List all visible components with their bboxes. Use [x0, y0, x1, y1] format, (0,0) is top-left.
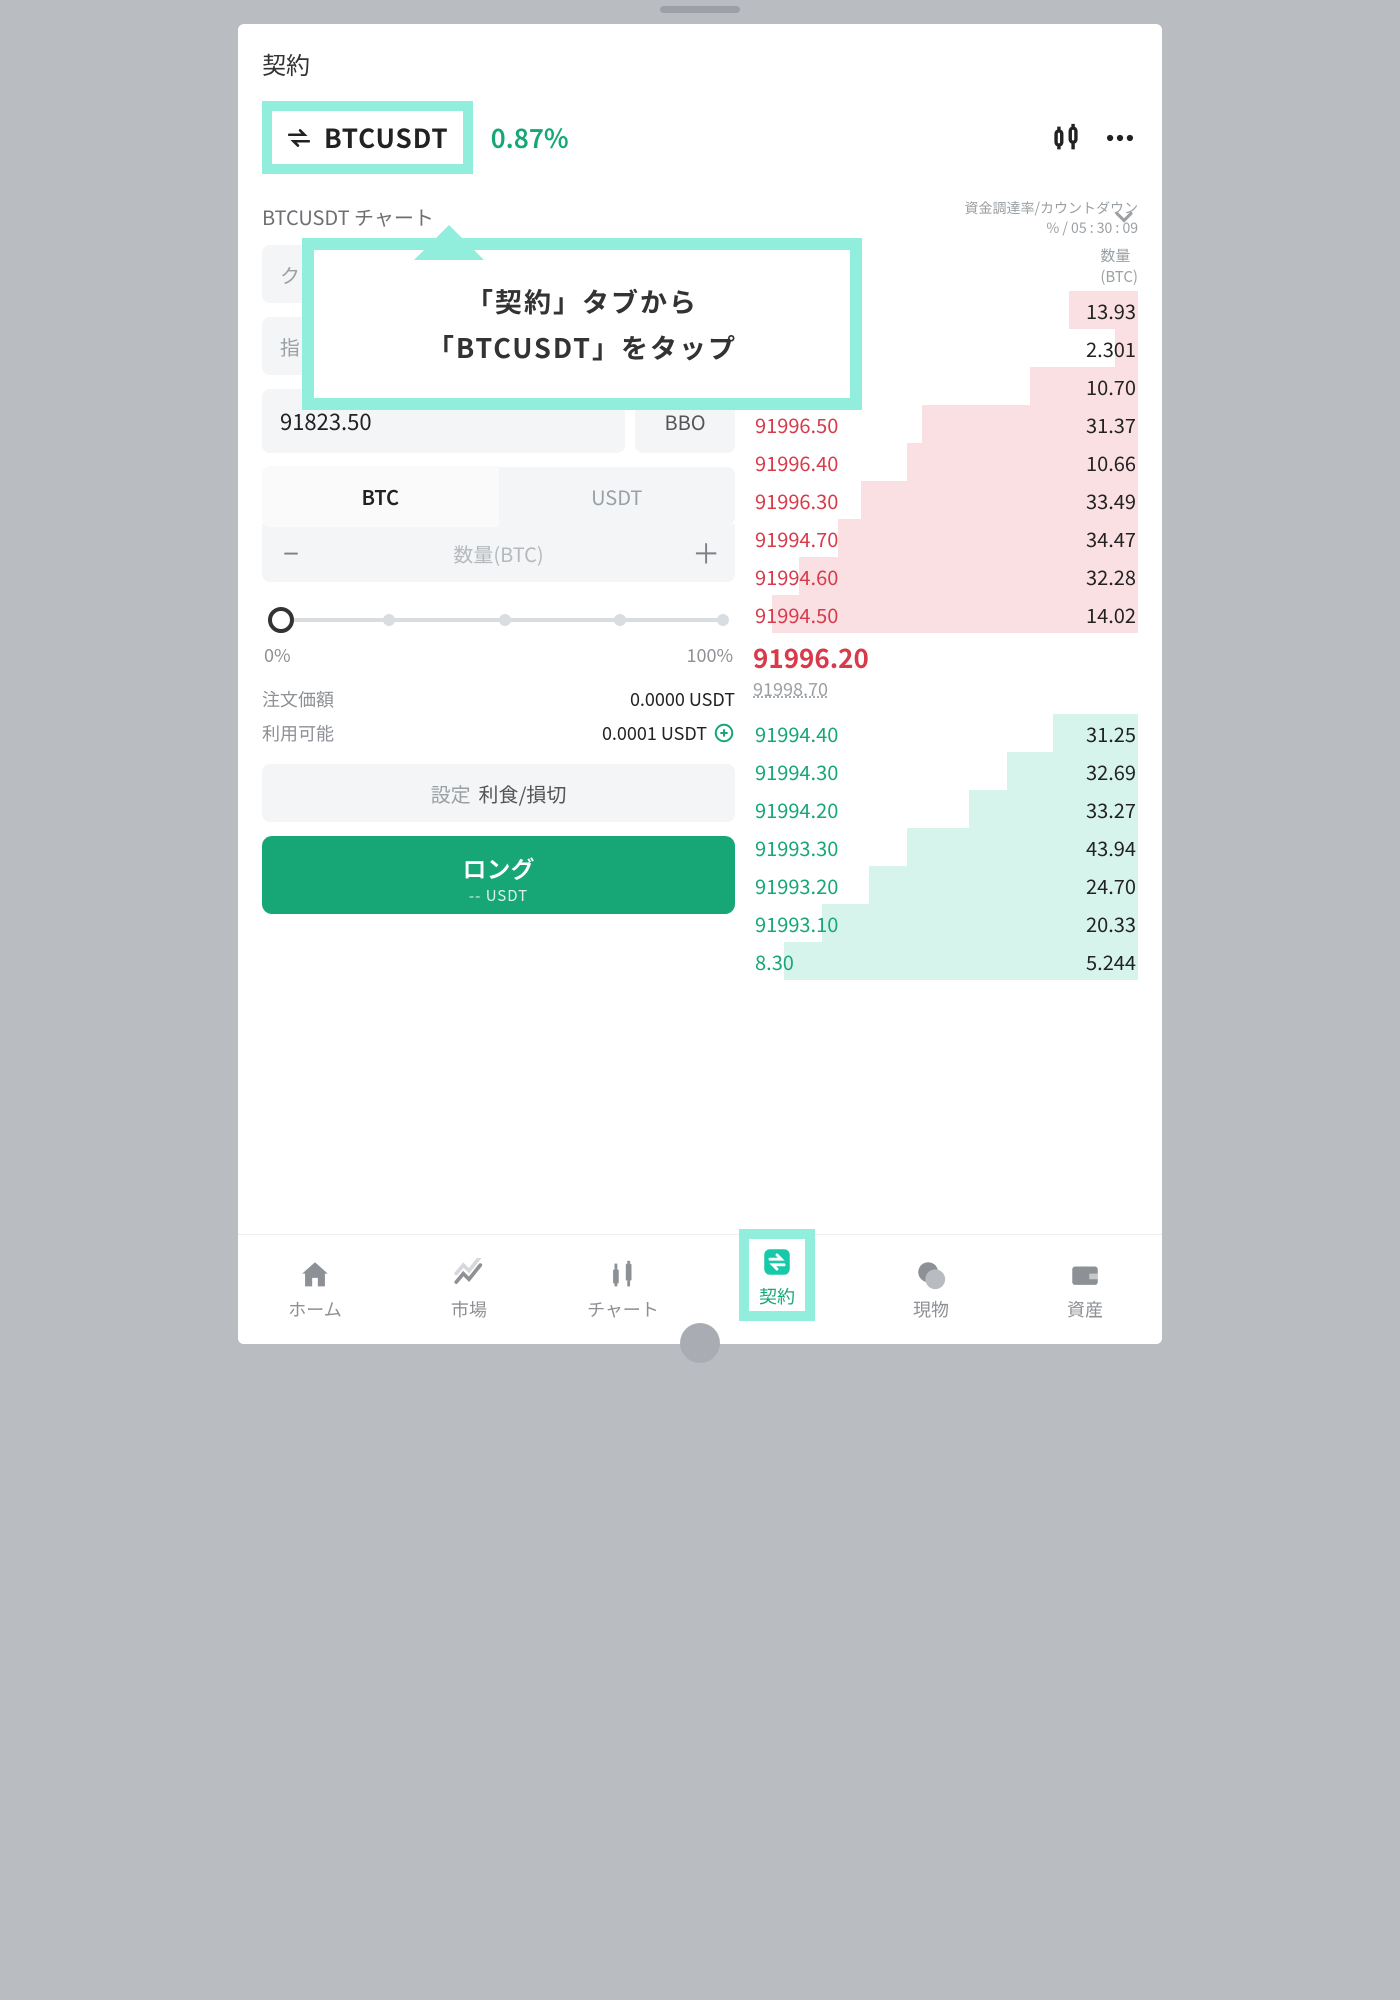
- pair-change-pct: 0.87%: [491, 119, 569, 156]
- orderbook-qty-header: 数量 (BTC): [1100, 245, 1138, 287]
- orderbook-qty: 2.301: [1086, 334, 1136, 363]
- orderbook-row[interactable]: 91994.70 34.47: [753, 519, 1138, 557]
- orderbook-qty: 13.93: [1086, 296, 1136, 325]
- slider-knob[interactable]: [268, 607, 294, 633]
- orderbook-qty: 43.94: [1086, 833, 1136, 862]
- candlestick-icon[interactable]: [1048, 120, 1084, 156]
- orderbook-row[interactable]: 91993.30 43.94: [753, 828, 1138, 866]
- orderbook-qty: 32.28: [1086, 562, 1136, 591]
- orderbook-qty: 34.47: [1086, 524, 1136, 553]
- orderbook-qty: 33.27: [1086, 795, 1136, 824]
- orderbook-price: 91996.30: [755, 486, 838, 515]
- funding-info: 資金調達率/カウントダウン % / 05 : 30 : 09: [965, 199, 1139, 238]
- order-amount-value: 0.0000 USDT: [630, 686, 735, 712]
- more-icon[interactable]: [1102, 120, 1138, 156]
- orderbook-price: 91994.40: [755, 719, 838, 748]
- orderbook-price: 91994.20: [755, 795, 838, 824]
- orderbook-row[interactable]: 91994.50 14.02: [753, 595, 1138, 633]
- available-value: 0.0001 USDT: [602, 720, 707, 746]
- chart-toggle-label: BTCUSDT チャート: [262, 202, 434, 231]
- orderbook-price: 8.30: [755, 947, 794, 976]
- orderbook-row[interactable]: 8.30 5.244: [753, 942, 1138, 980]
- unit-toggle[interactable]: BTC USDT: [262, 467, 735, 525]
- unit-usdt[interactable]: USDT: [499, 466, 736, 527]
- add-funds-icon[interactable]: [713, 722, 735, 744]
- orderbook-qty: 14.02: [1086, 600, 1136, 629]
- tab-assets[interactable]: 資産: [1008, 1235, 1162, 1344]
- orderbook-qty: 5.244: [1086, 947, 1136, 976]
- orderbook-row[interactable]: 91996.40 10.66: [753, 443, 1138, 481]
- tab-chart[interactable]: チャート: [546, 1235, 700, 1344]
- orderbook-price: 91996.40: [755, 448, 838, 477]
- tab-home[interactable]: ホーム: [238, 1235, 392, 1344]
- orderbook-qty: 10.70: [1086, 372, 1136, 401]
- orderbook-price: 91993.20: [755, 871, 838, 900]
- orderbook-row[interactable]: 91993.10 20.33: [753, 904, 1138, 942]
- orderbook-qty: 31.37: [1086, 410, 1136, 439]
- qty-slider[interactable]: [268, 604, 729, 636]
- available-label: 利用可能: [262, 720, 334, 746]
- orderbook-qty: 31.25: [1086, 719, 1136, 748]
- qty-plus-button[interactable]: ＋: [677, 533, 735, 573]
- orderbook-qty: 20.33: [1086, 909, 1136, 938]
- orderbook-price: 91996.50: [755, 410, 838, 439]
- qty-input[interactable]: 数量(BTC): [320, 539, 677, 568]
- orderbook-qty: 32.69: [1086, 757, 1136, 786]
- unit-btc[interactable]: BTC: [262, 466, 499, 527]
- orderbook-price: 91994.60: [755, 562, 838, 591]
- page-title: 契約: [238, 24, 1162, 91]
- orderbook-row[interactable]: 91994.20 33.27: [753, 790, 1138, 828]
- last-price: 91996.20: [753, 633, 1138, 676]
- orderbook-price: 91994.30: [755, 757, 838, 786]
- orderbook-qty: 33.49: [1086, 486, 1136, 515]
- pair-symbol[interactable]: BTCUSDT: [324, 119, 449, 156]
- pair-selector-highlight: BTCUSDT: [262, 101, 473, 174]
- orderbook-row[interactable]: 91996.50 31.37: [753, 405, 1138, 443]
- tab-market[interactable]: 市場: [392, 1235, 546, 1344]
- slider-min-label: 0%: [264, 642, 291, 668]
- orderbook-price: 91993.30: [755, 833, 838, 862]
- orderbook-qty: 24.70: [1086, 871, 1136, 900]
- swap-icon: [286, 125, 312, 151]
- orderbook-row[interactable]: 91993.20 24.70: [753, 866, 1138, 904]
- orderbook-price: 91993.10: [755, 909, 838, 938]
- tpsl-button[interactable]: 設定 利食/損切: [262, 764, 735, 822]
- orderbook-row[interactable]: 91996.30 33.49: [753, 481, 1138, 519]
- orderbook-row[interactable]: 91994.40 31.25: [753, 714, 1138, 752]
- orderbook-price: 91994.50: [755, 600, 838, 629]
- order-amount-label: 注文価額: [262, 686, 334, 712]
- tab-contract[interactable]: 契約: [759, 1245, 795, 1309]
- orderbook-price: 91994.70: [755, 524, 838, 553]
- index-price[interactable]: 91998.70: [753, 676, 1138, 714]
- orderbook-row[interactable]: 91994.30 32.69: [753, 752, 1138, 790]
- tutorial-callout: 「契約」タブから 「BTCUSDT」をタップ: [302, 238, 862, 410]
- long-button[interactable]: ロング -- USDT: [262, 836, 735, 914]
- orderbook-qty: 10.66: [1086, 448, 1136, 477]
- orderbook-row[interactable]: 91994.60 32.28: [753, 557, 1138, 595]
- slider-max-label: 100%: [686, 642, 733, 668]
- tab-contract-highlight: 契約: [739, 1229, 815, 1321]
- qty-minus-button[interactable]: −: [262, 533, 320, 573]
- tab-spot[interactable]: 現物: [854, 1235, 1008, 1344]
